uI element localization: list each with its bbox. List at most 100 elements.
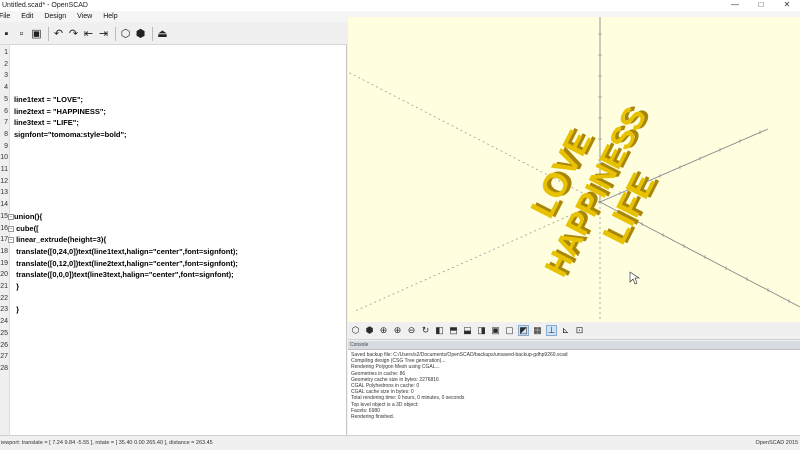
line-number: 9 [4,142,8,150]
mouse-cursor-icon [629,271,640,285]
view-left-icon[interactable]: ◨ [476,325,487,336]
code-text: cube([ [14,223,39,233]
editor-line[interactable]: 18 translate([0,24,0])text(line1text,hal… [0,246,347,258]
unindent-icon[interactable]: ⇤ [82,27,95,41]
line-number: 28 [0,364,8,372]
toolbar-separator [152,26,153,41]
view-toolbar: ⬡ ⬢ ⊕ ⊕ ⊖ ↻ ◧ ⬒ ⬓ ◨ ▣ ▢ ◩ ▦ ⊥ ⊾ ⊡ [348,322,800,340]
view-right-icon[interactable]: ◧ [434,325,445,336]
editor-line[interactable]: 3 [0,70,347,82]
reset-view-icon[interactable]: ↻ [420,325,431,336]
editor-line[interactable]: 15− union(){ [0,211,347,223]
title-bar: Untitled.scad* - OpenSCAD — □ ✕ [0,0,800,11]
editor-line[interactable]: 17− linear_extrude(height=3){ [0,234,347,246]
status-bar: iewport: translate = [ 7.24 9.84 -5.55 ]… [0,435,800,450]
editor-line[interactable]: 16− cube([ [0,223,347,235]
editor-line[interactable]: 4 [0,82,347,94]
line-number: 10 [0,154,8,162]
line-number: 24 [0,318,8,326]
line-number: 20 [0,271,8,279]
undo-icon[interactable]: ↶ [52,27,65,41]
line-number: 19 [0,259,8,267]
editor-line[interactable]: 11 [0,164,347,176]
menu-file[interactable]: File [0,11,11,22]
orthogonal-icon[interactable]: ⊾ [560,325,571,336]
menu-view[interactable]: View [76,11,93,22]
zoom-out-icon[interactable]: ⊖ [406,325,417,336]
editor-line[interactable]: 1 [0,47,347,59]
redo-icon[interactable]: ↷ [67,27,80,41]
console-line: Compiling design (CSG Tree generation)..… [351,358,446,365]
view-front-icon[interactable]: ▣ [490,325,501,336]
editor-line[interactable]: 19 translate([0,12,0])text(line2text,hal… [0,258,347,270]
code-text: line1text = "LOVE"; [14,94,84,104]
view-back-icon[interactable]: ▢ [504,325,515,336]
line-number: 6 [4,107,8,115]
editor-line[interactable]: 9 [0,141,347,153]
export-stl-icon[interactable]: ⏏ [156,27,169,41]
preview-icon[interactable]: ⬡ [350,325,361,336]
editor-line[interactable]: 21 } [0,281,347,293]
view-bottom-icon[interactable]: ⬓ [462,325,473,336]
editor-line[interactable]: 24 [0,316,347,328]
render-icon[interactable]: ⬢ [134,27,147,41]
code-text: line2text = "HAPPINESS"; [14,106,106,116]
open-icon[interactable]: ▫ [15,27,28,41]
line-number: 25 [0,329,8,337]
editor-line[interactable]: 8 signfont="tomoma:style=bold"; [0,129,347,141]
editor-line[interactable]: 12 [0,176,347,188]
editor-line[interactable]: 7 line3text = "LIFE"; [0,117,347,129]
editor-line[interactable]: 28 [0,363,347,375]
line-number: 26 [0,341,8,349]
zoom-in-icon[interactable]: ⊕ [392,325,403,336]
editor-line[interactable]: 14 [0,199,347,211]
code-text: translate([0,0,0])text(line3text,halign=… [14,270,234,280]
code-text: } [14,282,20,291]
render-icon[interactable]: ⬢ [364,325,375,336]
menu-help[interactable]: Help [102,11,118,22]
editor-line[interactable]: 20 translate([0,0,0])text(line3text,hali… [0,269,347,281]
close-button[interactable]: ✕ [774,0,800,11]
show-axes-icon[interactable]: ⊡ [574,325,585,336]
line-number: 13 [0,189,8,197]
code-editor[interactable]: 1 2 3 4 5 line1text = "LOVE"; 6 line2text = "HA… [0,45,347,435]
editor-line[interactable]: 27 [0,351,347,363]
3d-viewport[interactable]: LOVE HAPPINESS LIFE LOVE HAPPINESS LIFE [348,17,800,322]
code-text: translate([0,12,0])text(line2text,halign… [14,258,238,268]
openscad-window: Untitled.scad* - OpenSCAD — □ ✕ File Edi… [0,0,800,450]
toolbar-separator [115,26,116,41]
perspective-icon[interactable]: ⊥ [546,325,557,336]
editor-line[interactable]: 2 [0,59,347,71]
editor-line[interactable]: 22 [0,293,347,305]
code-text: translate([0,24,0])text(line1text,halign… [14,246,238,256]
line-number: 23 [0,306,8,314]
editor-line[interactable]: 10 [0,152,347,164]
line-number: 4 [4,84,8,92]
menu-design[interactable]: Design [43,11,67,22]
view-center-icon[interactable]: ▦ [532,325,543,336]
view-top-icon[interactable]: ⬒ [448,325,459,336]
viewport-canvas: LOVE HAPPINESS LIFE LOVE HAPPINESS LIFE [348,17,800,322]
minimize-button[interactable]: — [722,0,748,11]
editor-line[interactable]: 23 } [0,304,347,316]
new-icon[interactable]: ▪ [0,27,13,41]
console-line: Geometries in cache: 86 [351,370,406,377]
line-number: 15 [0,212,8,220]
save-icon[interactable]: ▣ [30,27,43,41]
line-number: 3 [4,72,8,80]
view-diagonal-icon[interactable]: ◩ [518,325,529,336]
code-text: } [14,305,20,315]
menu-edit[interactable]: Edit [20,11,34,22]
preview-icon[interactable]: ⬡ [119,27,132,41]
editor-line[interactable]: 13 [0,187,347,199]
editor-line[interactable]: 26 [0,340,347,352]
zoom-all-icon[interactable]: ⊕ [378,325,389,336]
line-number: 5 [4,95,8,103]
console-output[interactable]: Saved backup file: C:/Users/s2/Documents… [348,349,800,435]
editor-line[interactable]: 25 [0,328,347,340]
maximize-button[interactable]: □ [748,0,774,11]
editor-line[interactable]: 5 line1text = "LOVE"; [0,94,347,106]
indent-icon[interactable]: ⇥ [97,27,110,41]
editor-line[interactable]: 6 line2text = "HAPPINESS"; [0,106,347,118]
extruded-text: LOVE HAPPINESS LIFE LOVE HAPPINESS LIFE [524,100,667,282]
